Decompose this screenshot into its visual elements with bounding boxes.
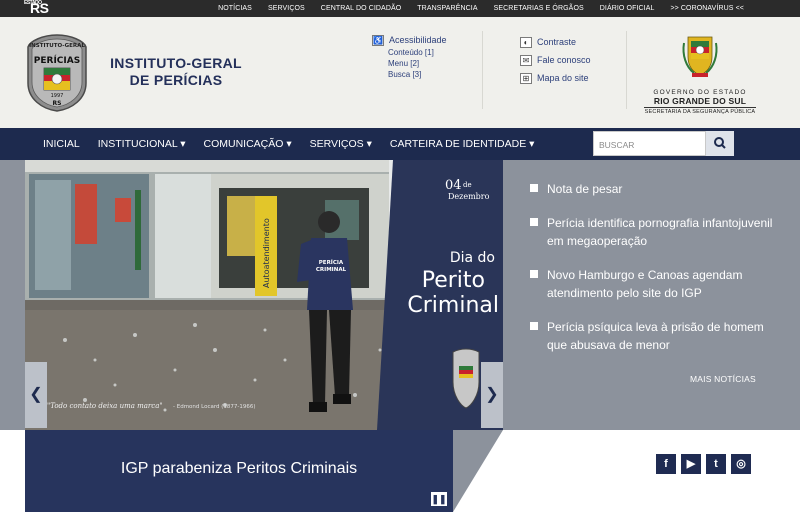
contrast-label: Contraste <box>537 37 577 47</box>
top-link-servicos[interactable]: SERVIÇOS <box>268 5 305 12</box>
news-item[interactable]: Novo Hamburgo e Canoas agendam atendimen… <box>530 266 780 302</box>
chevron-left-icon: ❮ <box>29 386 43 403</box>
accessibility-link[interactable]: ♿ Acessibilidade <box>372 33 447 47</box>
header-divider <box>482 31 483 109</box>
nav-item-comunicacao[interactable]: COMUNICAÇÃO ▾ <box>195 138 301 150</box>
facebook-icon[interactable]: f <box>656 454 676 474</box>
slide-caption-title: IGP parabeniza Peritos Criminais <box>120 460 358 477</box>
slide-date-de: de <box>463 181 472 189</box>
nav-item-inicial[interactable]: INICIAL <box>34 138 89 150</box>
bullet-icon <box>530 218 538 226</box>
accessibility-menu: ♿ Acessibilidade Conteúdo [1] Menu [2] B… <box>372 33 447 80</box>
news-item[interactable]: Perícia psíquica leva à prisão de homem … <box>530 318 780 354</box>
search-button[interactable] <box>706 131 734 156</box>
top-link-coronavirus[interactable]: >> CORONAVÍRUS << <box>670 5 744 12</box>
gov-line1: GOVERNO DO ESTADO <box>653 89 747 96</box>
sitemap-label: Mapa do site <box>537 73 589 83</box>
gov-line2: RIO GRANDE DO SUL <box>653 96 747 106</box>
contact-link[interactable]: ✉ Fale conosco <box>520 51 591 69</box>
bullet-icon <box>530 270 538 278</box>
top-link-transparencia[interactable]: TRANSPARÊNCIA <box>417 5 477 12</box>
main-section: Autoatendimento PERÍCIA CRIMINAL 04 de D… <box>0 160 800 430</box>
accessibility-label: Acessibilidade <box>389 35 447 45</box>
skip-content-link[interactable]: Conteúdo [1] <box>388 47 447 58</box>
rs-logo-prefix: ESTADO <box>24 0 42 6</box>
hero-carousel[interactable]: Autoatendimento PERÍCIA CRIMINAL 04 de D… <box>25 160 503 430</box>
carousel-prev-button[interactable]: ❮ <box>25 362 47 428</box>
search-input[interactable]: BUSCAR <box>593 131 706 156</box>
site-header: INSTITUTO-GERAL PERÍCIAS 1997 RS INSTITU… <box>0 17 800 128</box>
news-item-title: Perícia identifica pornografia infantoju… <box>547 216 773 248</box>
sitemap-link[interactable]: ⊞ Mapa do site <box>520 69 591 87</box>
slide-quote-author: - Edmond Locard (1877-1966) <box>173 404 256 410</box>
slide-date-month: Dezembro <box>448 192 490 201</box>
badge-text-top: INSTITUTO-GERAL <box>29 43 85 49</box>
news-item-title: Nota de pesar <box>547 182 623 196</box>
contrast-icon: ◐ <box>520 36 532 48</box>
skip-menu-link[interactable]: Menu [2] <box>388 58 447 69</box>
top-links: NOTÍCIAS SERVIÇOS CENTRAL DO CIDADÃO TRA… <box>218 0 744 17</box>
nav-item-servicos[interactable]: SERVIÇOS ▾ <box>301 138 381 150</box>
search-icon <box>714 137 726 149</box>
slide-headline-big2: Criminal <box>407 293 499 318</box>
slide-date-day: 04 <box>445 178 462 193</box>
sitemap-icon: ⊞ <box>520 72 532 84</box>
twitter-icon[interactable]: t <box>706 454 726 474</box>
chevron-right-icon: ❯ <box>485 386 499 403</box>
rs-logo[interactable]: ESTADORS <box>24 0 49 16</box>
institute-title[interactable]: INSTITUTO-GERAL DE PERÍCIAS <box>96 55 256 89</box>
bullet-icon <box>530 184 538 192</box>
institute-title-line2: DE PERÍCIAS <box>129 72 223 88</box>
slide-quote: "Todo contato deixa uma marca" <box>47 402 163 410</box>
shirt-text-1: PERÍCIA <box>319 258 344 266</box>
skip-search-link[interactable]: Busca [3] <box>388 69 447 80</box>
news-item-title: Novo Hamburgo e Canoas agendam atendimen… <box>547 268 743 300</box>
contrast-link[interactable]: ◐ Contraste <box>520 33 591 51</box>
gov-logo[interactable]: GOVERNO DO ESTADO RIO GRANDE DO SUL SECR… <box>644 33 756 115</box>
pause-icon: ❚❚ <box>431 494 447 504</box>
institute-title-line1: INSTITUTO-GERAL <box>110 55 242 71</box>
main-nav: INICIAL INSTITUCIONAL ▾ COMUNICAÇÃO ▾ SE… <box>0 128 800 160</box>
badge-text-mid: PERÍCIAS <box>34 54 80 66</box>
pause-button[interactable]: ❚❚ <box>431 492 447 506</box>
banner-diagonal-edge <box>453 430 503 512</box>
instagram-icon[interactable]: ◎ <box>731 454 751 474</box>
slide-headline-small: Dia do <box>450 250 495 266</box>
accessibility-icon: ♿ <box>372 34 384 46</box>
badge-rs: RS <box>53 100 62 107</box>
rs-logo-text: RS <box>30 0 49 16</box>
news-item[interactable]: Nota de pesar <box>530 180 780 198</box>
slide-sign-text: Autoatendimento <box>262 218 271 288</box>
top-link-noticias[interactable]: NOTÍCIAS <box>218 5 252 12</box>
hero-slide-image: Autoatendimento PERÍCIA CRIMINAL 04 de D… <box>25 160 503 430</box>
coat-of-arms-icon <box>682 36 718 77</box>
header-options: ◐ Contraste ✉ Fale conosco ⊞ Mapa do sit… <box>520 33 591 87</box>
news-item-title: Perícia psíquica leva à prisão de homem … <box>547 320 764 352</box>
gov-line3: SECRETARIA DA SEGURANÇA PÚBLICA <box>644 107 756 115</box>
contact-label: Fale conosco <box>537 55 591 65</box>
top-link-secretarias[interactable]: SECRETARIAS E ÓRGÃOS <box>494 5 584 12</box>
more-news-link[interactable]: MAIS NOTÍCIAS <box>690 374 756 384</box>
nav-items: INICIAL INSTITUCIONAL ▾ COMUNICAÇÃO ▾ SE… <box>34 128 543 160</box>
news-panel: Nota de pesar Perícia identifica pornogr… <box>510 160 800 430</box>
social-links: f ▶ t ◎ <box>656 454 751 474</box>
top-link-diario-oficial[interactable]: DIÁRIO OFICIAL <box>600 5 655 12</box>
nav-item-institucional[interactable]: INSTITUCIONAL ▾ <box>89 138 195 150</box>
slide-caption-banner[interactable]: IGP parabeniza Peritos Criminais ❚❚ <box>25 430 453 512</box>
top-link-central-cidadao[interactable]: CENTRAL DO CIDADÃO <box>321 5 402 12</box>
header-divider-2 <box>626 31 627 109</box>
carousel-next-button[interactable]: ❯ <box>481 362 503 428</box>
news-item[interactable]: Perícia identifica pornografia infantoju… <box>530 214 780 250</box>
slide-headline-big1: Perito <box>422 268 485 293</box>
bullet-icon <box>530 322 538 330</box>
igp-badge-logo[interactable]: INSTITUTO-GERAL PERÍCIAS 1997 RS <box>26 33 88 113</box>
envelope-icon: ✉ <box>520 54 532 66</box>
badge-year: 1997 <box>51 93 64 99</box>
youtube-icon[interactable]: ▶ <box>681 454 701 474</box>
shirt-text-2: CRIMINAL <box>316 267 347 273</box>
top-bar: ESTADORS NOTÍCIAS SERVIÇOS CENTRAL DO CI… <box>0 0 800 17</box>
nav-item-carteira[interactable]: CARTEIRA DE IDENTIDADE ▾ <box>381 138 544 150</box>
